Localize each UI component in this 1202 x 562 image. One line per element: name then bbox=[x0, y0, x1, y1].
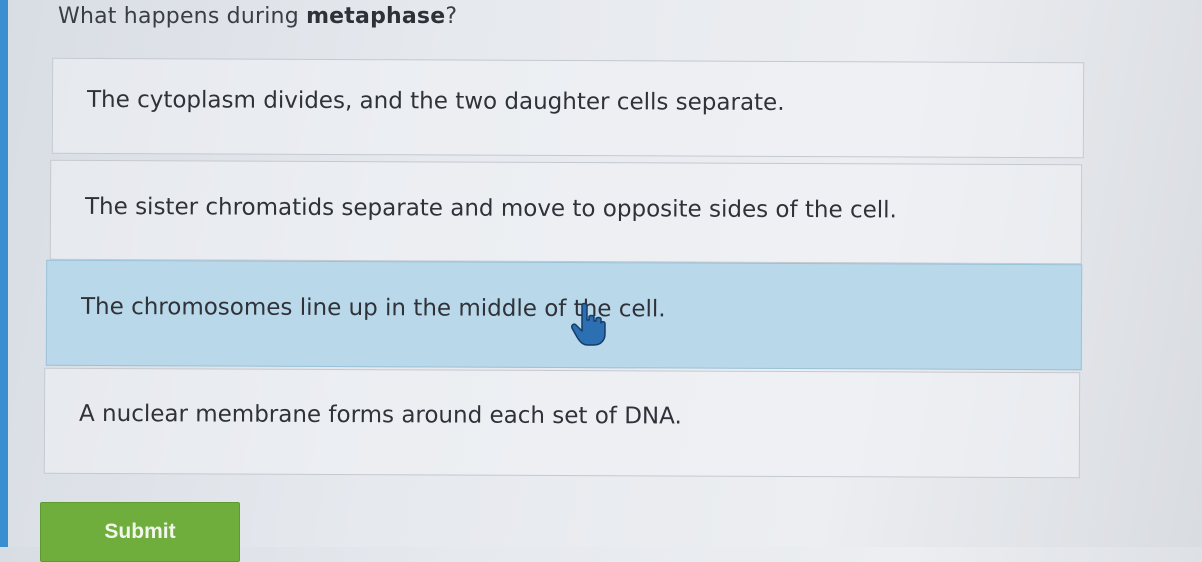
hand-pointer-icon bbox=[568, 302, 608, 348]
answer-option-label: The cytoplasm divides, and the two daugh… bbox=[86, 86, 785, 116]
answer-option-label: The sister chromatids separate and move … bbox=[84, 193, 897, 224]
window-edge bbox=[0, 0, 8, 547]
submit-button[interactable]: Submit bbox=[40, 502, 240, 562]
answer-option-3[interactable]: The chromosomes line up in the middle of… bbox=[45, 259, 1083, 371]
answer-option-label: A nuclear membrane forms around each set… bbox=[78, 400, 682, 430]
question-keyword: metaphase bbox=[306, 4, 446, 29]
question-prefix: What happens during bbox=[58, 4, 307, 29]
question-text: What happens during metaphase? bbox=[58, 4, 457, 29]
question-suffix: ? bbox=[445, 4, 458, 29]
answer-option-4[interactable]: A nuclear membrane forms around each set… bbox=[43, 367, 1081, 479]
answer-option-2[interactable]: The sister chromatids separate and move … bbox=[49, 159, 1083, 265]
answer-option-1[interactable]: The cytoplasm divides, and the two daugh… bbox=[51, 57, 1085, 159]
